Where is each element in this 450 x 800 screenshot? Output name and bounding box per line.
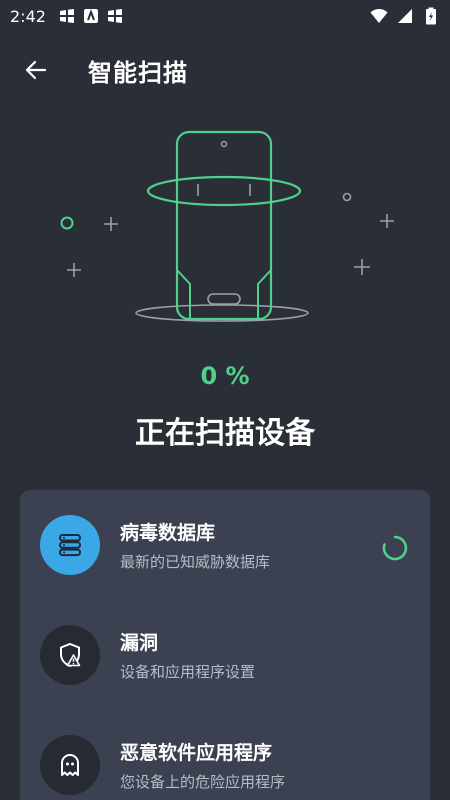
arrow-left-icon — [25, 60, 47, 80]
scan-items-card: 病毒数据库 最新的已知威胁数据库 漏洞 设备和应用程序设置 恶意软件应用程序 您… — [20, 490, 430, 800]
phone-home-button — [207, 293, 241, 305]
scan-item-subtitle: 您设备上的危险应用程序 — [120, 773, 286, 791]
scan-item-malware-apps: 恶意软件应用程序 您设备上的危险应用程序 — [20, 715, 430, 800]
scan-item-vulnerabilities: 漏洞 设备和应用程序设置 — [20, 605, 430, 705]
notification-icon — [106, 7, 124, 25]
status-time: 2:42 — [10, 6, 46, 26]
scan-item-title: 病毒数据库 — [120, 522, 216, 544]
scan-ring — [146, 175, 302, 207]
scan-status-text: 正在扫描设备 — [135, 416, 315, 451]
loading-spinner-icon — [382, 535, 408, 561]
notification-icon — [58, 7, 76, 25]
scan-item-title: 恶意软件应用程序 — [120, 742, 273, 764]
status-system-icons — [370, 7, 440, 25]
scan-item-subtitle: 最新的已知威胁数据库 — [120, 553, 271, 571]
status-notification-icons — [58, 7, 124, 25]
scan-progress-percent: 0 % — [200, 362, 250, 390]
scan-item-virus-database: 病毒数据库 最新的已知威胁数据库 — [20, 495, 430, 595]
scan-item-title: 漏洞 — [120, 632, 159, 654]
app-bar: 智能扫描 — [0, 40, 450, 100]
scan-item-subtitle: 设备和应用程序设置 — [120, 663, 256, 681]
signal-icon — [396, 7, 414, 25]
status-bar: 2:42 — [0, 0, 450, 32]
phone-camera — [220, 140, 228, 148]
back-button[interactable] — [6, 40, 66, 100]
app-icon — [82, 7, 100, 25]
wifi-icon — [370, 7, 388, 25]
phone-outline — [175, 130, 273, 321]
shield-warning-icon — [40, 625, 100, 685]
database-icon — [40, 515, 100, 575]
ghost-icon — [40, 735, 100, 795]
battery-charging-icon — [422, 7, 440, 25]
phone-scan-illustration — [60, 130, 394, 322]
page-title: 智能扫描 — [88, 58, 188, 87]
